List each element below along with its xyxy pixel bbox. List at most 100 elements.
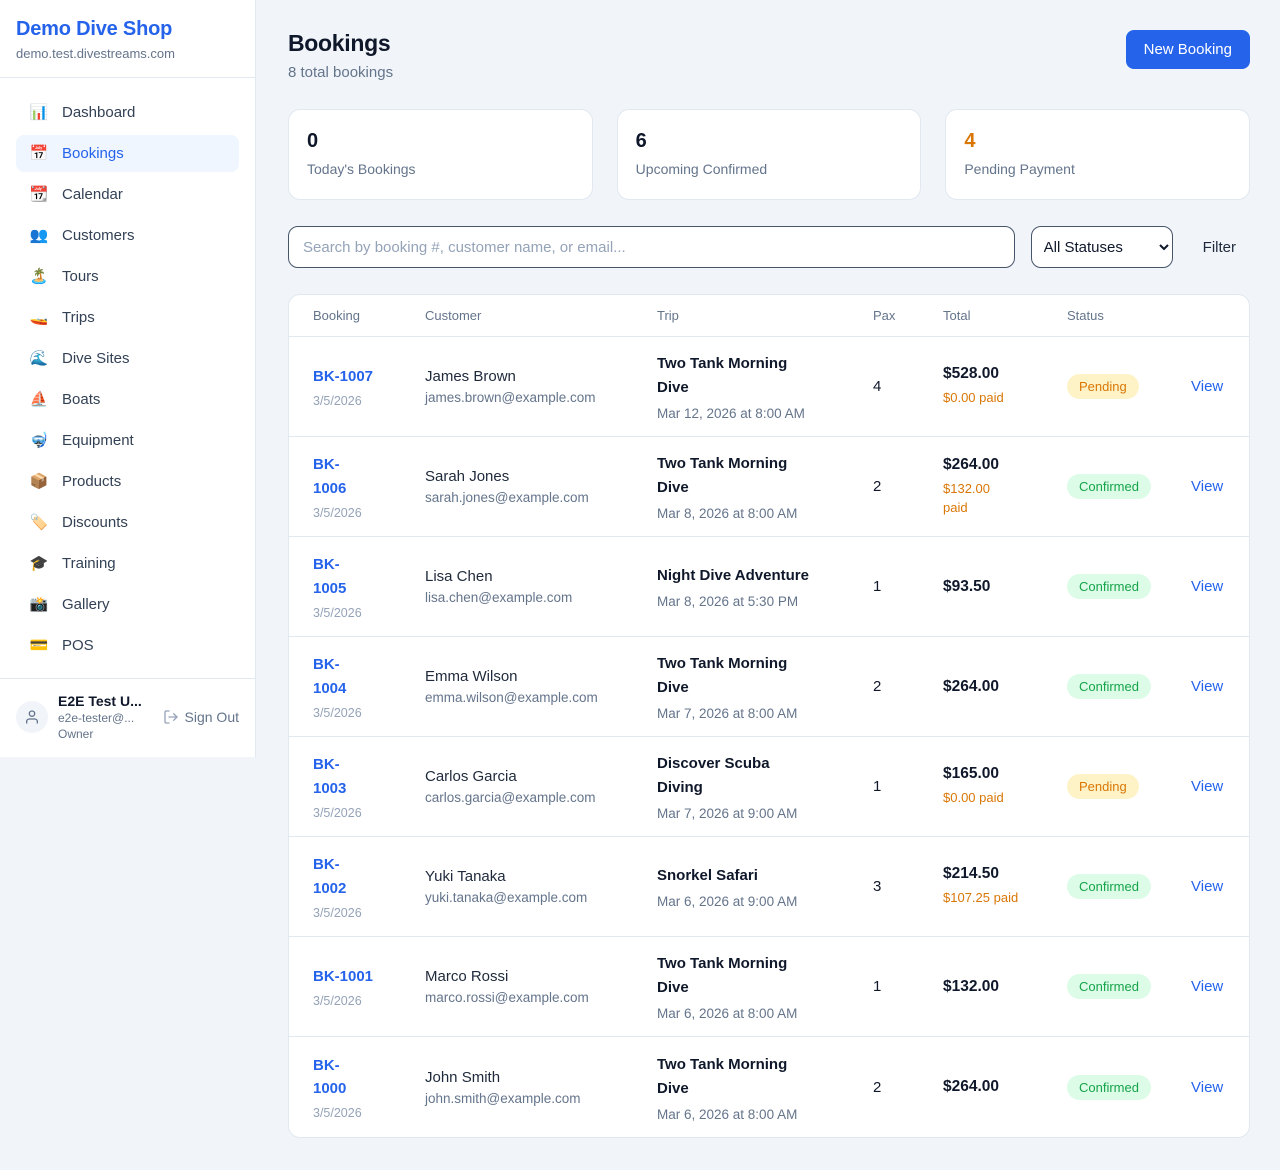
customer-name: John Smith xyxy=(425,1069,657,1086)
booking-id-link[interactable]: BK- 1005 xyxy=(313,553,425,600)
customer-name: Sarah Jones xyxy=(425,468,657,485)
customer-email: sarah.jones@example.com xyxy=(425,490,657,505)
paid-amount: $0.00 paid xyxy=(943,788,1067,808)
trip-datetime: Mar 6, 2026 at 8:00 AM xyxy=(657,1006,873,1021)
brand-name: Demo Dive Shop xyxy=(16,18,239,41)
trip-datetime: Mar 7, 2026 at 9:00 AM xyxy=(657,806,873,821)
booking-date: 3/5/2026 xyxy=(313,506,425,520)
stat-label: Today's Bookings xyxy=(307,161,574,177)
total-amount: $264.00 xyxy=(943,1078,1067,1096)
people-icon: 👥 xyxy=(28,228,50,243)
page-subtitle: 8 total bookings xyxy=(288,64,393,81)
speedboat-icon: 🚤 xyxy=(28,310,50,325)
pax-value: 2 xyxy=(873,678,943,695)
sidebar-item-discounts[interactable]: 🏷️ Discounts xyxy=(16,504,239,541)
stat-label: Pending Payment xyxy=(964,161,1231,177)
user-name: E2E Test U... xyxy=(58,693,142,709)
booking-date: 3/5/2026 xyxy=(313,1106,425,1120)
new-booking-button[interactable]: New Booking xyxy=(1126,30,1250,69)
trip-datetime: Mar 6, 2026 at 8:00 AM xyxy=(657,1107,873,1122)
sidebar-item-label: Calendar xyxy=(62,186,123,203)
calendar-icon: 📆 xyxy=(28,187,50,202)
filter-row: All Statuses Filter xyxy=(288,226,1250,268)
table-row: BK- 1006 3/5/2026 Sarah Jones sarah.jone… xyxy=(289,437,1249,537)
stat-value: 4 xyxy=(964,130,1231,153)
sidebar-item-trips[interactable]: 🚤 Trips xyxy=(16,299,239,336)
trip-name: Two Tank Morning Dive xyxy=(657,452,873,500)
view-link[interactable]: View xyxy=(1191,578,1225,595)
sidebar-item-pos[interactable]: 💳 POS xyxy=(16,627,239,664)
customer-name: Carlos Garcia xyxy=(425,768,657,785)
sidebar-item-customers[interactable]: 👥 Customers xyxy=(16,217,239,254)
view-link[interactable]: View xyxy=(1191,1079,1225,1096)
customer-email: james.brown@example.com xyxy=(425,390,657,405)
sidebar-item-equipment[interactable]: 🤿 Equipment xyxy=(16,422,239,459)
sidebar-item-bookings[interactable]: 📅 Bookings xyxy=(16,135,239,172)
filter-button[interactable]: Filter xyxy=(1189,231,1250,264)
view-link[interactable]: View xyxy=(1191,478,1225,495)
table-row: BK- 1005 3/5/2026 Lisa Chen lisa.chen@ex… xyxy=(289,537,1249,637)
customer-email: john.smith@example.com xyxy=(425,1091,657,1106)
pax-value: 1 xyxy=(873,778,943,795)
sidebar-item-dive-sites[interactable]: 🌊 Dive Sites xyxy=(16,340,239,377)
sidebar-item-label: Dive Sites xyxy=(62,350,130,367)
stat-card: 6 Upcoming Confirmed xyxy=(617,109,922,200)
status-filter-select[interactable]: All Statuses xyxy=(1031,226,1173,268)
paid-amount: $132.00 paid xyxy=(943,479,1067,518)
trip-name: Discover Scuba Diving xyxy=(657,752,873,800)
calendar-date-icon: 📅 xyxy=(28,146,50,161)
island-icon: 🏝️ xyxy=(28,269,50,284)
table-header-row: Booking Customer Trip Pax Total Status xyxy=(289,295,1249,337)
sidebar-item-training[interactable]: 🎓 Training xyxy=(16,545,239,582)
sidebar-item-label: Tours xyxy=(62,268,99,285)
customer-name: James Brown xyxy=(425,368,657,385)
stat-value: 0 xyxy=(307,130,574,153)
bar-chart-icon: 📊 xyxy=(28,105,50,120)
view-link[interactable]: View xyxy=(1191,378,1225,395)
sign-out-button[interactable]: Sign Out xyxy=(163,709,239,725)
booking-id-link[interactable]: BK- 1006 xyxy=(313,453,425,500)
sidebar-item-tours[interactable]: 🏝️ Tours xyxy=(16,258,239,295)
search-input[interactable] xyxy=(288,226,1015,268)
package-icon: 📦 xyxy=(28,474,50,489)
sidebar-item-boats[interactable]: ⛵ Boats xyxy=(16,381,239,418)
sidebar-item-label: Products xyxy=(62,473,121,490)
status-badge: Confirmed xyxy=(1067,974,1151,999)
customer-email: carlos.garcia@example.com xyxy=(425,790,657,805)
sidebar-item-calendar[interactable]: 📆 Calendar xyxy=(16,176,239,213)
user-footer: E2E Test U... e2e-tester@... Owner Sign … xyxy=(0,678,255,757)
paid-amount: $0.00 paid xyxy=(943,388,1067,408)
column-header-pax: Pax xyxy=(873,308,943,323)
view-link[interactable]: View xyxy=(1191,978,1225,995)
customer-name: Emma Wilson xyxy=(425,668,657,685)
customer-email: lisa.chen@example.com xyxy=(425,590,657,605)
stat-card: 4 Pending Payment xyxy=(945,109,1250,200)
total-amount: $264.00 xyxy=(943,678,1067,696)
booking-id-link[interactable]: BK-1001 xyxy=(313,965,425,988)
view-link[interactable]: View xyxy=(1191,878,1225,895)
view-link[interactable]: View xyxy=(1191,678,1225,695)
logout-icon xyxy=(163,709,179,725)
booking-id-link[interactable]: BK- 1002 xyxy=(313,853,425,900)
booking-date: 3/5/2026 xyxy=(313,706,425,720)
customer-email: emma.wilson@example.com xyxy=(425,690,657,705)
view-link[interactable]: View xyxy=(1191,778,1225,795)
booking-id-link[interactable]: BK- 1003 xyxy=(313,753,425,800)
sidebar-item-label: POS xyxy=(62,637,94,654)
status-badge: Pending xyxy=(1067,374,1139,399)
sidebar-item-dashboard[interactable]: 📊 Dashboard xyxy=(16,94,239,131)
sidebar-item-products[interactable]: 📦 Products xyxy=(16,463,239,500)
column-header-trip: Trip xyxy=(657,308,873,323)
sidebar-item-gallery[interactable]: 📸 Gallery xyxy=(16,586,239,623)
stat-label: Upcoming Confirmed xyxy=(636,161,903,177)
booking-id-link[interactable]: BK- 1004 xyxy=(313,653,425,700)
customer-email: marco.rossi@example.com xyxy=(425,990,657,1005)
booking-id-link[interactable]: BK- 1000 xyxy=(313,1054,425,1101)
pax-value: 2 xyxy=(873,478,943,495)
sidebar: Demo Dive Shop demo.test.divestreams.com… xyxy=(0,0,256,757)
sidebar-item-label: Dashboard xyxy=(62,104,135,121)
graduation-cap-icon: 🎓 xyxy=(28,556,50,571)
booking-id-link[interactable]: BK-1007 xyxy=(313,365,425,388)
trip-datetime: Mar 7, 2026 at 8:00 AM xyxy=(657,706,873,721)
paid-amount: $107.25 paid xyxy=(943,888,1067,908)
